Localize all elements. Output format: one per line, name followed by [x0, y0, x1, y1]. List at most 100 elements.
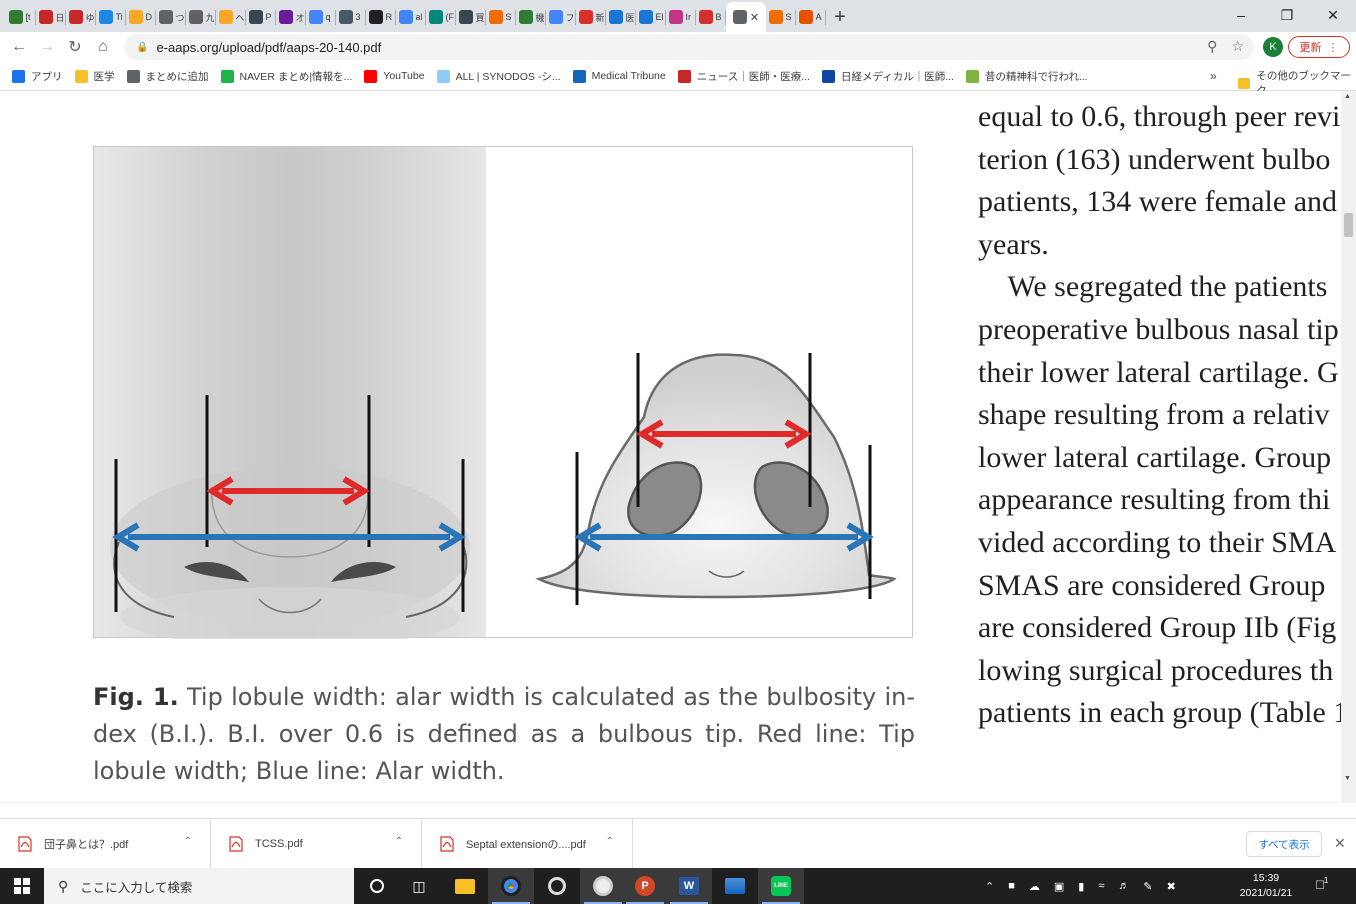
vertical-scrollbar[interactable]: ▲ ▼ [1341, 91, 1356, 803]
scroll-down-icon[interactable]: ▼ [1344, 775, 1351, 782]
screen-icon[interactable]: ▣ [1054, 880, 1064, 893]
maximize-button[interactable]: ❐ [1264, 0, 1310, 30]
browser-tab[interactable]: 新 [576, 2, 606, 32]
browser-tab[interactable]: al [396, 2, 426, 32]
back-button[interactable]: ← [5, 33, 33, 61]
horizontal-scrollbar[interactable]: ◀ ▶ [0, 802, 1341, 803]
browser-tab[interactable]: B [696, 2, 726, 32]
close-downloads-icon[interactable]: ✕ [1334, 835, 1346, 852]
browser-tab[interactable]: ✕ [726, 2, 766, 32]
bookmark-item[interactable]: YouTube [364, 69, 425, 83]
line-button[interactable]: LINE [758, 868, 804, 904]
reload-button[interactable]: ↻ [61, 33, 89, 61]
browser-tab[interactable]: 日 [36, 2, 66, 32]
browser-tab[interactable]: S [486, 2, 516, 32]
browser-tab[interactable]: [t [6, 2, 36, 32]
onedrive-icon[interactable]: ☁ [1029, 880, 1040, 893]
bookmark-label: ニュース｜医師・医療... [696, 70, 810, 83]
update-button[interactable]: 更新 ⋮ [1288, 36, 1350, 58]
browser-tab[interactable]: R [366, 2, 396, 32]
bookmarks-overflow-button[interactable]: » [1210, 69, 1217, 83]
show-hidden-icons-icon[interactable]: ⌃ [985, 880, 994, 893]
start-button[interactable] [0, 868, 44, 904]
word-button[interactable]: W [666, 868, 712, 904]
chrome-profile-button[interactable] [580, 868, 626, 904]
bookmark-item[interactable]: 医学 [74, 69, 115, 84]
profile-avatar[interactable]: K [1263, 37, 1283, 57]
chrome-taskbar-button[interactable] [488, 868, 534, 904]
browser-tab[interactable]: A [796, 2, 826, 32]
pdf-viewer[interactable]: Fig. 1. Tip lobule width: alar width is … [0, 91, 1356, 803]
new-tab-button[interactable]: + [826, 2, 854, 32]
volume-icon[interactable]: ♬ [1118, 880, 1129, 892]
close-tab-icon[interactable]: ✕ [750, 11, 759, 24]
photos-button[interactable] [712, 868, 758, 904]
system-clock[interactable]: 15:39 2021/01/21 [1236, 871, 1296, 901]
browser-tab[interactable]: ゆ [66, 2, 96, 32]
browser-tab[interactable]: Ir [666, 2, 696, 32]
battery-icon[interactable]: ▮ [1078, 880, 1084, 893]
browser-tab[interactable]: Ti [96, 2, 126, 32]
powerpoint-button[interactable]: P [622, 868, 668, 904]
body-text-line: We segregated the patients [978, 270, 1328, 304]
browser-tab[interactable]: 機 [516, 2, 546, 32]
browser-tab[interactable]: (F [426, 2, 456, 32]
home-button[interactable]: ⌂ [89, 33, 117, 61]
bookmark-item[interactable]: ニュース｜医師・医療... [677, 69, 810, 84]
nose-basal-view [535, 353, 897, 599]
bookmark-star-icon[interactable]: ☆ [1231, 38, 1244, 55]
browser-tab[interactable]: 九 [186, 2, 216, 32]
chevron-up-icon[interactable]: ⌃ [606, 836, 614, 847]
minimize-button[interactable]: – [1218, 0, 1264, 30]
more-menu-icon: ⋮ [1327, 41, 1339, 54]
browser-tab[interactable]: 医 [606, 2, 636, 32]
notification-icon: □ [1316, 876, 1324, 892]
bookmark-item[interactable]: まとめに追加 [126, 69, 209, 84]
pen-icon[interactable]: ✎ [1143, 880, 1152, 893]
notification-center-button[interactable]: □1 [1316, 876, 1328, 891]
bookmark-item[interactable]: 昔の精神科で行われ... [965, 69, 1088, 84]
wifi-icon[interactable]: ≈ [1098, 880, 1104, 892]
taskbar-search[interactable]: ⚲ ここに入力して検索 [44, 868, 354, 904]
chevron-up-icon[interactable]: ⌃ [184, 836, 192, 847]
usb-icon[interactable]: ■ [1008, 880, 1015, 892]
download-item[interactable]: TCSS.pdf ⌃ [211, 818, 422, 869]
bookmark-item[interactable]: NAVER まとめ|情報を... [220, 69, 352, 84]
bookmark-item[interactable]: アプリ [12, 69, 63, 84]
browser-tab[interactable]: オ [276, 2, 306, 32]
double-chevron-icon [458, 10, 473, 24]
browser-tab[interactable]: D [126, 2, 156, 32]
forward-button[interactable]: → [33, 33, 61, 61]
red-favicon-icon [38, 10, 53, 24]
browser-tab[interactable]: q [306, 2, 336, 32]
scroll-up-icon[interactable]: ▲ [1344, 93, 1351, 100]
browser-tab[interactable]: へ [216, 2, 246, 32]
article-body-text: equal to 0.6, through peer revi terion (1… [978, 96, 1356, 735]
bookmark-item[interactable]: 日経メディカル｜医師... [821, 69, 954, 84]
zoom-icon[interactable]: ⚲ [1207, 38, 1217, 55]
browser-tab[interactable]: P [246, 2, 276, 32]
address-bar[interactable]: 🔒 e-aaps.org/upload/pdf/aaps-20-140.pdf … [124, 34, 1254, 60]
bookmark-item[interactable]: ALL | SYNODOS -シ... [436, 69, 561, 84]
browser-tab[interactable]: El [636, 2, 666, 32]
browser-tab[interactable]: つ [156, 2, 186, 32]
vertical-scroll-thumb[interactable] [1344, 213, 1353, 237]
cortana-button[interactable] [354, 868, 400, 904]
tray-close-icon[interactable]: ✖ [1167, 880, 1176, 893]
chevron-up-icon[interactable]: ⌃ [395, 836, 403, 847]
bookmark-item[interactable]: Medical Tribune [572, 69, 666, 83]
download-list: 団子鼻とは？.pdf ⌃ TCSS.pdf ⌃ Septal extensionの...… [0, 818, 633, 869]
file-explorer-button[interactable] [442, 868, 488, 904]
browser-tab[interactable]: S [766, 2, 796, 32]
gmail-icon [578, 10, 593, 24]
task-view-button[interactable]: ◫ [396, 868, 442, 904]
browser-tab[interactable]: 3 [336, 2, 366, 32]
browser-tab[interactable]: 買 [456, 2, 486, 32]
download-item[interactable]: 団子鼻とは？.pdf ⌃ [0, 818, 211, 869]
show-all-downloads-button[interactable]: すべて表示 [1246, 831, 1322, 857]
browser-tab[interactable]: フ [546, 2, 576, 32]
download-item[interactable]: Septal extensionの....pdf ⌃ [422, 818, 633, 869]
media-app-button[interactable] [534, 868, 580, 904]
close-window-button[interactable]: ✕ [1310, 0, 1356, 30]
figure-caption: Fig. 1. Tip lobule width: alar width is … [93, 679, 915, 790]
